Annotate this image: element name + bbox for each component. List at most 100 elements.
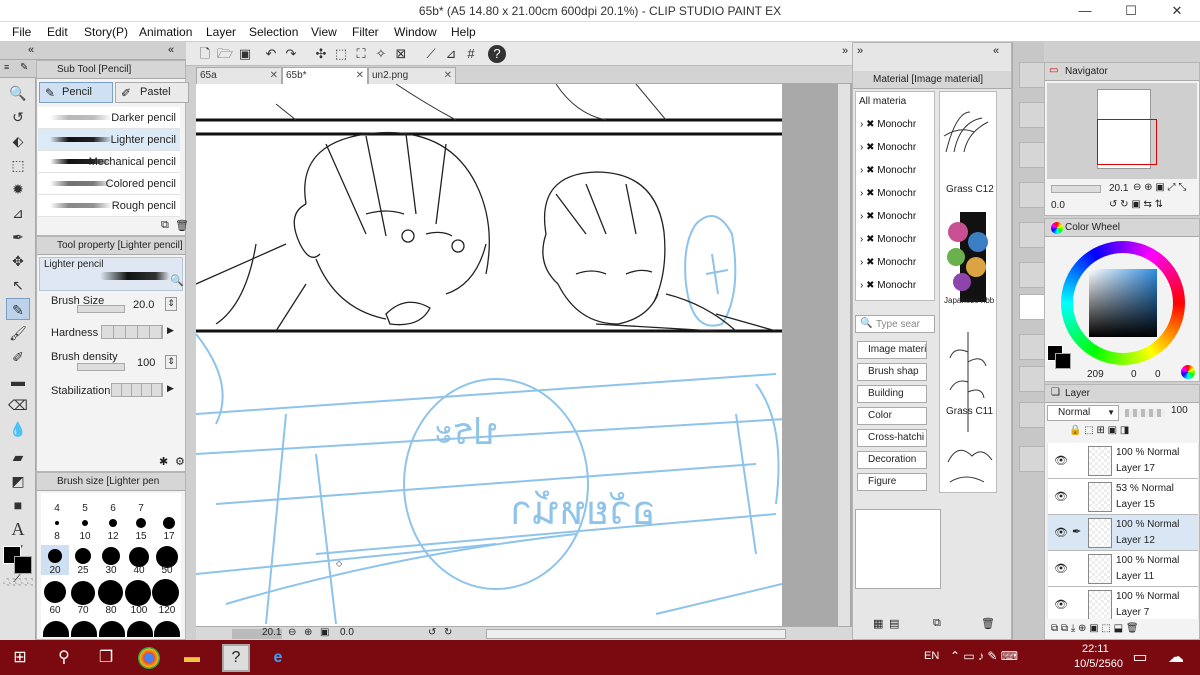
material-shortcut-icon[interactable] [1019,262,1045,288]
expand-material-icon[interactable]: « [993,45,999,57]
thumb-label[interactable]: Grass C12 [946,184,994,195]
hardness-arrow-icon[interactable]: ▶ [167,325,174,336]
pencil-tool-icon[interactable]: ✎ [6,298,30,320]
size-30[interactable]: 30 [97,565,125,576]
material-search-input[interactable]: 🔍 Type sear [855,315,935,333]
tree-item[interactable]: › ✖ Monochr [860,252,932,274]
sub-tool-rough-pencil[interactable]: Rough pencil [38,195,180,217]
material-shortcut-icon[interactable] [1019,402,1045,428]
size-50[interactable]: 50 [153,565,181,576]
transparent-color-swatch[interactable] [3,578,33,586]
size-120[interactable]: 120 [153,605,181,616]
figure-tool-icon[interactable]: ■ [6,494,30,516]
paste-material-icon[interactable]: ⧉ [933,617,941,630]
tag-color[interactable]: Color [857,407,927,425]
tag-image-material[interactable]: Image materi [857,341,927,359]
size-7[interactable]: 7 [127,503,155,514]
sub-tool-lighter-pencil[interactable]: Lighter pencil [38,129,180,151]
zoom-value[interactable]: 20.1 [262,627,281,638]
tab-65b[interactable]: 65b* ✕ [282,67,368,84]
reset-icon[interactable]: ✱ [159,455,168,468]
size-40[interactable]: 40 [125,565,153,576]
size-5[interactable]: 5 [71,503,99,514]
tree-item[interactable]: › ✖ Monochr [860,206,932,228]
size-100[interactable]: 100 [125,605,153,616]
eye-icon[interactable]: 👁 [1054,454,1068,467]
material-shortcut-icon[interactable] [1019,446,1045,472]
redo-icon[interactable]: ↷ [282,45,300,63]
color-mode-icon[interactable] [1181,365,1195,379]
close-button[interactable]: ✕ [1154,0,1200,22]
snap-special-ruler-icon[interactable]: ⊿ [442,45,460,63]
tab-un2[interactable]: un2.png ✕ [368,67,456,84]
size-6[interactable]: 6 [99,503,127,514]
tag-decoration[interactable]: Decoration [857,451,927,469]
snap-ruler-icon[interactable]: ⟋ [422,45,440,63]
new-file-icon[interactable]: 🗋 [196,45,214,63]
tree-item[interactable]: › ✖ Monochr [860,160,932,182]
material-shortcut-icon[interactable] [1019,366,1045,392]
size-15[interactable]: 15 [127,531,155,542]
close-tab-icon[interactable]: ✕ [270,68,278,84]
brush-density-menu-icon[interactable]: ⇕ [165,355,177,369]
material-shortcut-icon[interactable] [1019,62,1045,88]
rotate-right-icon[interactable]: ↻ [444,627,452,638]
tray-icons[interactable]: ⌃ ▭ ♪ ✎ ⌨ [950,649,1018,663]
brush-density-value[interactable]: 100 [137,357,155,369]
size-70[interactable]: 70 [69,605,97,616]
gradient-tool-icon[interactable]: ◩ [6,470,30,492]
layer-row[interactable]: 👁 100 % Normal Layer 11 [1048,551,1198,587]
material-shortcut-icon-active[interactable] [1019,294,1045,320]
navigator-angle-value[interactable]: 0.0 [1051,200,1065,211]
eraser-tool-icon[interactable]: ⌫ [6,394,30,416]
language-indicator[interactable]: EN [924,650,939,662]
vertical-scrollbar[interactable] [838,84,850,626]
decoration-tool-icon[interactable]: ▬ [6,370,30,392]
hardness-slider[interactable] [101,325,163,339]
brush-density-slider[interactable] [77,363,125,371]
fill-tool-icon[interactable]: ▰ [6,446,30,468]
brush-size-value[interactable]: 20.0 [133,299,154,311]
opacity-value[interactable]: 100 [1171,405,1188,416]
tree-item[interactable]: › ✖ Monochr [860,137,932,159]
chrome-icon[interactable] [138,647,160,669]
snap-grid-icon[interactable]: # [462,45,480,63]
sub-tool-colored-pencil[interactable]: Colored pencil [38,173,180,195]
navigator-viewport[interactable] [1097,119,1157,165]
collapse-material-icon[interactable]: » [857,45,863,57]
size-60[interactable]: 60 [41,605,69,616]
material-shortcut-icon[interactable] [1019,142,1045,168]
tag-cross-hatching[interactable]: Cross-hatchi [857,429,927,447]
fit-icon[interactable]: ▣ [320,627,329,638]
tool-detail-icon[interactable]: 🔍 [170,274,184,287]
navigator-preview[interactable] [1047,83,1197,179]
thumb-label[interactable]: Grass C11 [946,406,993,417]
menu-layer[interactable]: Layer [206,25,236,39]
tree-item[interactable]: › ✖ Monochr [860,183,932,205]
zoom-in-icon[interactable]: ⊕ [304,627,312,638]
edge-icon[interactable]: e [266,646,290,670]
opacity-slider[interactable] [1125,409,1165,417]
tag-figure[interactable]: Figure [857,473,927,491]
menu-file[interactable]: File [12,25,31,39]
menu-help[interactable]: Help [451,25,476,39]
material-shortcut-icon[interactable] [1019,182,1045,208]
deselect-icon[interactable]: ⊠ [392,45,410,63]
collapse-right-panel-icon[interactable]: » [842,45,848,57]
zoom-tool-icon[interactable]: 🔍 [6,82,30,104]
material-shortcut-icon[interactable] [1019,334,1045,360]
size-25[interactable]: 25 [69,565,97,576]
tab-65a[interactable]: 65a ✕ [196,67,282,84]
navigator-zoom-value[interactable]: 20.1 [1109,183,1128,194]
file-explorer-icon[interactable]: ▬ [180,646,204,670]
collapse-right-icon[interactable]: « [168,44,174,56]
eye-icon[interactable]: 👁 [1054,598,1068,611]
size-80[interactable]: 80 [97,605,125,616]
close-tab-icon[interactable]: ✕ [356,68,364,84]
tool-palette-menu-icon[interactable]: ≡ [4,62,9,72]
eye-icon[interactable]: 👁 [1054,490,1068,503]
tree-item[interactable]: › ✖ Monochr [860,229,932,251]
layer-row-selected[interactable]: 👁 ✒ 100 % Normal Layer 12 [1048,515,1198,551]
clear-icon[interactable]: ✣ [312,45,330,63]
brush-tool-icon[interactable]: 🖌 [6,322,30,344]
